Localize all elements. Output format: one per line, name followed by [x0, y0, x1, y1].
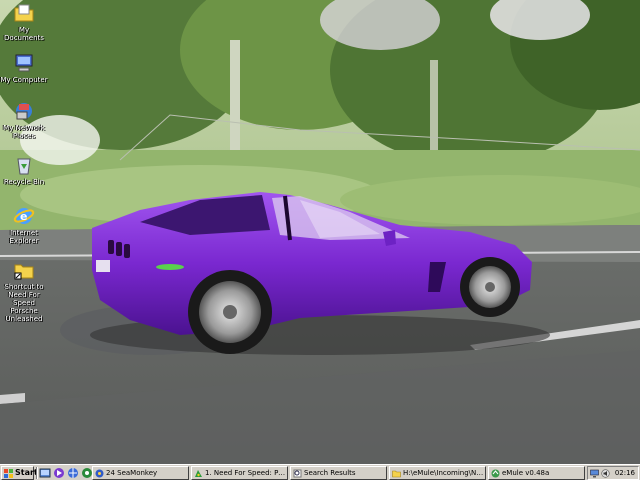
- task-label: 24 SeaMonkey: [106, 469, 158, 477]
- desktop-icon-label: My Network Places: [3, 124, 45, 140]
- clock: 02:16: [614, 469, 635, 477]
- show-desktop-icon[interactable]: [39, 467, 51, 479]
- computer-icon: [15, 54, 33, 72]
- task-emule[interactable]: eMule v0.48a: [488, 466, 585, 480]
- svg-text:e: e: [20, 210, 27, 223]
- my-computer-shortcut[interactable]: My Computer: [0, 52, 48, 84]
- folder-icon: [392, 470, 401, 478]
- windows-flag-icon: [4, 469, 13, 478]
- taskbar: Start 24 SeaMonkey 1. Need For Speed: Po…: [0, 464, 640, 480]
- desktop: My Documents My Computer My Network Plac…: [0, 0, 640, 464]
- nfs-porsche-shortcut[interactable]: Shortcut to Need For Speed Porsche Unlea…: [0, 259, 48, 323]
- internet-explorer-icon: e: [13, 208, 35, 224]
- task-need-for-speed[interactable]: 1. Need For Speed: Por...: [191, 466, 288, 480]
- recycle-bin-shortcut[interactable]: Recycle Bin: [0, 154, 48, 186]
- tray-monitor-icon[interactable]: [590, 469, 599, 478]
- desktop-icon-label: Internet Explorer: [9, 229, 39, 245]
- browser-icon[interactable]: [67, 467, 79, 479]
- task-emule-incoming-folder[interactable]: H:\eMule\Incoming\Nee...: [389, 466, 486, 480]
- task-label: 1. Need For Speed: Por...: [205, 469, 288, 477]
- task-search-results[interactable]: Search Results: [290, 466, 387, 480]
- task-label: Search Results: [304, 469, 356, 477]
- network-places-icon: [16, 103, 32, 120]
- folder-shortcut-icon: [14, 264, 34, 280]
- emule-icon: [491, 469, 500, 478]
- desktop-icon-label: My Documents: [4, 26, 44, 42]
- internet-explorer-shortcut[interactable]: e Internet Explorer: [0, 205, 48, 245]
- desktop-icon-label: Shortcut to Need For Speed Porsche Unlea…: [4, 283, 44, 323]
- desktop-icon-label: Recycle Bin: [3, 178, 45, 186]
- nfs-icon: [195, 470, 202, 477]
- task-label: eMule v0.48a: [502, 469, 550, 477]
- recycle-bin-icon: [17, 158, 31, 175]
- media-player-icon[interactable]: [53, 467, 65, 479]
- start-label: Start: [15, 468, 38, 477]
- system-tray: 02:16: [587, 466, 639, 480]
- task-seamonkey[interactable]: 24 SeaMonkey: [92, 466, 189, 480]
- task-label: H:\eMule\Incoming\Nee...: [403, 469, 486, 477]
- desktop-icon-label: My Computer: [0, 76, 48, 84]
- wallpaper: [0, 0, 640, 464]
- search-results-icon: [293, 469, 302, 478]
- tray-volume-icon[interactable]: [601, 469, 610, 478]
- seamonkey-icon: [95, 469, 104, 478]
- taskbar-separator: [36, 467, 38, 479]
- my-network-places-shortcut[interactable]: My Network Places: [0, 100, 48, 140]
- my-documents-shortcut[interactable]: My Documents: [0, 2, 48, 42]
- start-button[interactable]: Start: [1, 466, 38, 480]
- folder-documents-icon: [14, 4, 34, 22]
